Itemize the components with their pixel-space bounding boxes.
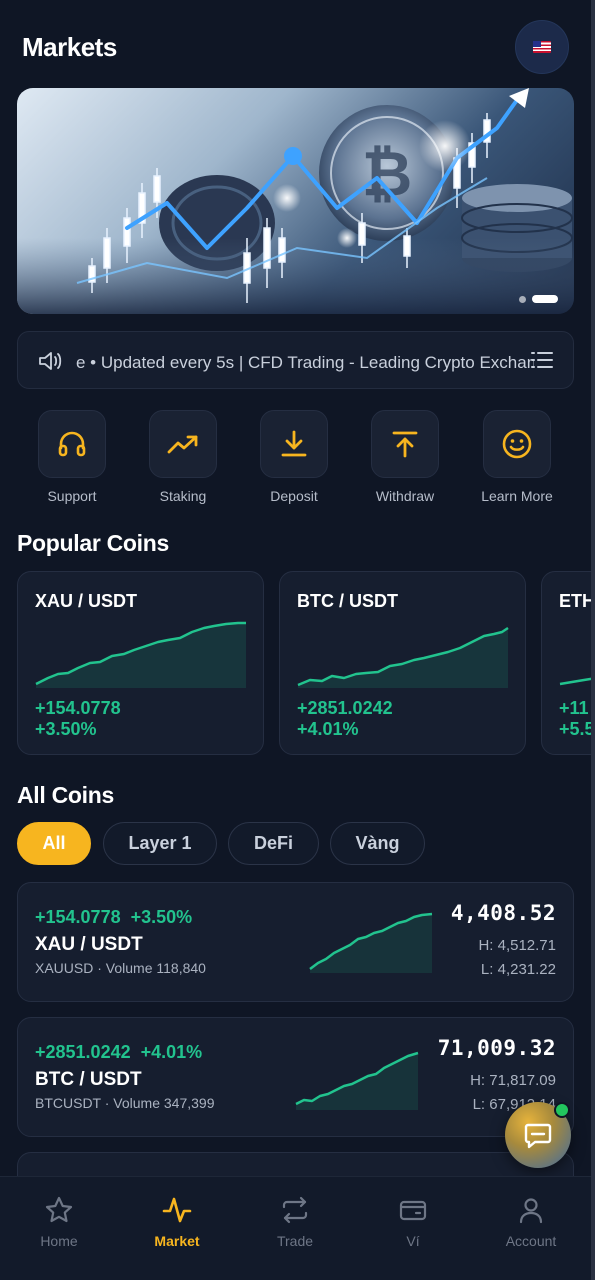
change-percent: +3.50% [130, 907, 193, 927]
list-icon[interactable] [531, 351, 553, 369]
speaker-icon [39, 352, 62, 370]
header: Markets [22, 20, 569, 76]
pair-name: BTC / USDT [35, 1069, 142, 1090]
percent-change: +5.5 [559, 719, 591, 739]
action-learn-more[interactable]: Learn More [462, 410, 572, 504]
low-price: L: 4,231.22 [480, 961, 556, 978]
change-value: +2851.0242 [35, 1042, 131, 1062]
action-icon-box[interactable] [260, 410, 328, 478]
trending-up-icon [167, 435, 198, 454]
last-price: 4,408.52 [450, 901, 556, 925]
action-label: Deposit [270, 488, 318, 504]
promo-banner[interactable]: ₿ [17, 88, 574, 314]
sparkline-chart [297, 626, 509, 688]
star-icon [45, 1196, 73, 1223]
pair-name: XAU / USDT [35, 591, 138, 611]
action-withdraw[interactable]: Withdraw [350, 410, 460, 504]
scrollbar[interactable] [591, 0, 595, 1280]
language-button[interactable] [515, 20, 569, 74]
action-label: Staking [159, 488, 207, 504]
chat-icon [524, 1123, 552, 1149]
bottom-navigation: Home Market Trade Ví Account [0, 1176, 591, 1280]
price-change: +154.0778 [35, 698, 121, 718]
quick-actions: Support Staking Deposit Withdraw Learn M… [17, 410, 574, 510]
action-label: Support [47, 488, 97, 504]
action-icon-box[interactable] [38, 410, 106, 478]
banner-pagination[interactable] [519, 295, 558, 303]
nav-account[interactable]: Account [472, 1177, 590, 1280]
nav-label: Market [154, 1233, 200, 1249]
percent-change: +4.01% [297, 719, 359, 739]
popular-card-eth[interactable]: ETH +11 +5.5 [541, 571, 591, 755]
nav-label: Home [40, 1233, 78, 1249]
online-status-dot [554, 1102, 570, 1118]
nav-market[interactable]: Market [118, 1177, 236, 1280]
filter-defi[interactable]: DeFi [228, 822, 319, 865]
price-change: +2851.0242 [297, 698, 393, 718]
headset-icon [58, 431, 86, 457]
download-icon [281, 430, 307, 457]
nav-label: Trade [276, 1233, 314, 1249]
nav-trade[interactable]: Trade [236, 1177, 354, 1280]
popular-card-btc[interactable]: BTC / USDT +2851.0242 +4.01% [279, 571, 526, 755]
popular-card-xau[interactable]: XAU / USDT +154.0778 +3.50% [17, 571, 264, 755]
high-price: H: 71,817.09 [470, 1072, 556, 1089]
coin-row-btc[interactable]: +2851.0242 +4.01% BTC / USDT BTCUSDT · V… [17, 1017, 574, 1137]
pulse-icon [162, 1197, 192, 1223]
nav-label: Account [505, 1233, 557, 1249]
action-icon-box[interactable] [149, 410, 217, 478]
price-change: +11 [559, 698, 589, 718]
page-title: Markets [22, 32, 117, 62]
markets-screen: Markets ₿ e • Updated every 5s | CFD Tra… [0, 0, 591, 1280]
sparkline-chart [35, 621, 246, 688]
pagination-dot-active[interactable] [532, 295, 558, 303]
sparkline-chart [295, 1051, 419, 1110]
pair-name: ETH [559, 591, 591, 611]
ticker-text: e • Updated every 5s | CFD Trading - Lea… [76, 353, 534, 372]
upload-icon [392, 431, 418, 458]
announcement-ticker[interactable]: e • Updated every 5s | CFD Trading - Lea… [17, 331, 574, 389]
pagination-dot[interactable] [519, 295, 526, 303]
price-change: +154.0778 +3.50% [35, 907, 192, 928]
pair-name: XAU / USDT [35, 934, 143, 955]
pair-name: BTC / USDT [297, 591, 398, 611]
us-flag-icon [533, 41, 551, 53]
action-staking[interactable]: Staking [128, 410, 238, 504]
change-value: +154.0778 [35, 907, 121, 927]
high-price: H: 4,512.71 [478, 937, 556, 954]
sparkline-chart [559, 677, 591, 686]
price-change: +2851.0242 +4.01% [35, 1042, 202, 1063]
smiley-icon [502, 429, 532, 459]
nav-home[interactable]: Home [0, 1177, 118, 1280]
svg-text:₿: ₿ [362, 137, 413, 210]
coin-row-xau[interactable]: +154.0778 +3.50% XAU / USDT XAUUSD · Vol… [17, 882, 574, 1002]
action-support[interactable]: Support [17, 410, 127, 504]
symbol-volume: BTCUSDT · Volume 347,399 [35, 1095, 215, 1111]
filter-layer-1[interactable]: Layer 1 [103, 822, 217, 865]
action-label: Learn More [481, 488, 553, 504]
filter-all[interactable]: All [17, 822, 91, 865]
action-icon-box[interactable] [371, 410, 439, 478]
nav-wallet[interactable]: Ví [354, 1177, 472, 1280]
nav-label: Ví [406, 1233, 420, 1249]
action-label: Withdraw [375, 488, 435, 504]
popular-coins-title: Popular Coins [17, 530, 170, 556]
crypto-chart-illustration: ₿ [17, 88, 574, 314]
sparkline-chart [309, 912, 433, 973]
action-deposit[interactable]: Deposit [239, 410, 349, 504]
filter-vang[interactable]: Vàng [330, 822, 425, 865]
percent-change: +3.50% [35, 719, 97, 739]
wallet-icon [399, 1200, 427, 1221]
symbol-volume: XAUUSD · Volume 118,840 [35, 960, 206, 976]
last-price: 71,009.32 [437, 1036, 556, 1060]
change-percent: +4.01% [140, 1042, 203, 1062]
user-icon [519, 1198, 543, 1224]
all-coins-title: All Coins [17, 782, 114, 808]
action-icon-box[interactable] [483, 410, 551, 478]
swap-icon [282, 1196, 308, 1224]
